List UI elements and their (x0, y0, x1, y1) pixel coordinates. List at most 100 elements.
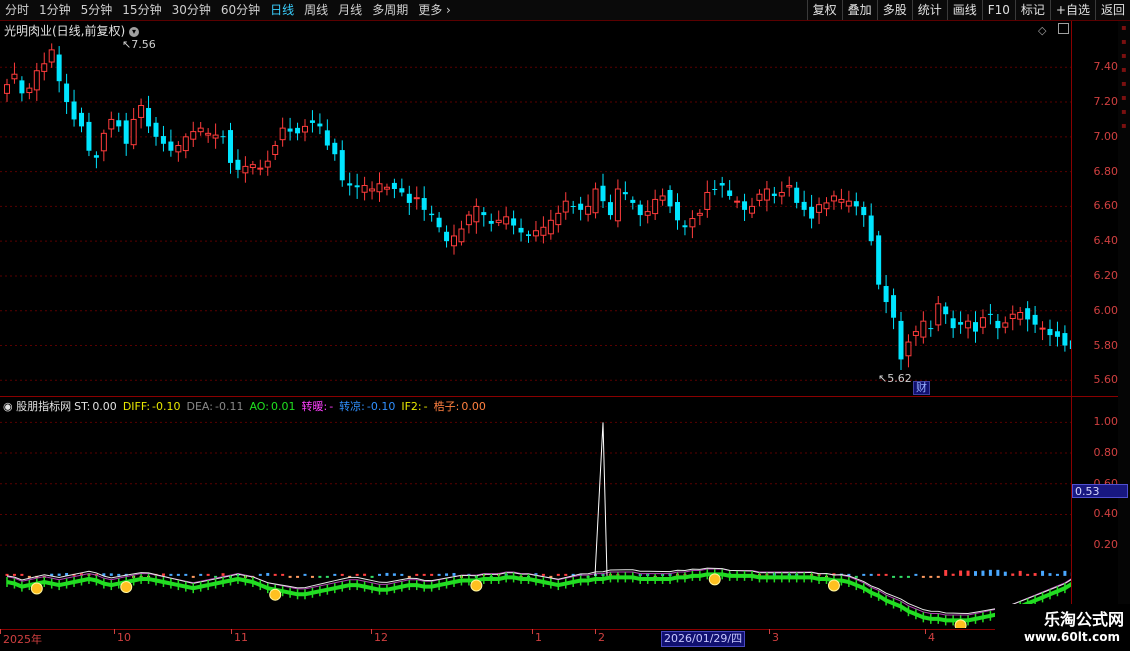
candle[interactable] (727, 180, 732, 200)
candle[interactable] (109, 112, 114, 138)
kline-chart[interactable] (0, 21, 1071, 396)
candle[interactable] (1055, 322, 1060, 347)
candle[interactable] (884, 275, 889, 313)
candle[interactable] (42, 53, 47, 81)
candle[interactable] (869, 203, 874, 245)
candle[interactable] (951, 310, 956, 337)
candle[interactable] (94, 151, 99, 168)
candle[interactable] (228, 123, 233, 174)
candle[interactable] (407, 186, 412, 215)
tool-button-5[interactable]: F10 (982, 0, 1015, 20)
candle[interactable] (824, 197, 829, 216)
candle[interactable] (392, 179, 397, 198)
tool-button-2[interactable]: 多股 (877, 0, 912, 20)
candle[interactable] (668, 185, 673, 213)
candle[interactable] (370, 181, 375, 199)
candle[interactable] (861, 202, 866, 227)
candle[interactable] (921, 311, 926, 343)
candle[interactable] (586, 194, 591, 221)
period-tab-0[interactable]: 分时 (0, 0, 34, 20)
candle[interactable] (928, 320, 933, 336)
candle[interactable] (154, 117, 159, 146)
candle[interactable] (176, 141, 181, 162)
candle[interactable] (541, 216, 546, 243)
candle[interactable] (57, 46, 62, 92)
candle[interactable] (34, 63, 39, 101)
period-tab-3[interactable]: 15分钟 (117, 0, 166, 20)
candle[interactable] (86, 113, 91, 156)
candle[interactable] (720, 177, 725, 198)
candle[interactable] (966, 314, 971, 338)
candle[interactable] (787, 176, 792, 196)
candle[interactable] (906, 334, 911, 367)
candle[interactable] (601, 174, 606, 208)
candle[interactable] (206, 128, 211, 143)
candle[interactable] (235, 149, 240, 178)
candle[interactable] (5, 79, 10, 102)
candle[interactable] (459, 221, 464, 246)
candle[interactable] (280, 118, 285, 147)
candle[interactable] (496, 211, 501, 227)
candle[interactable] (690, 210, 695, 238)
period-tab-2[interactable]: 5分钟 (76, 0, 118, 20)
candle[interactable] (221, 130, 226, 143)
candle[interactable] (809, 195, 814, 228)
period-tab-10[interactable]: 更多 › (413, 0, 456, 20)
candle[interactable] (191, 122, 196, 147)
indicator-panel[interactable]: ◉ 股朋指标网ST:0.00DIFF:-0.10DEA:-0.11AO:0.01… (0, 397, 1130, 628)
candle[interactable] (437, 212, 442, 232)
candle[interactable] (250, 161, 255, 174)
candle[interactable] (876, 231, 881, 289)
candle[interactable] (183, 133, 188, 158)
candle[interactable] (362, 177, 367, 201)
candle[interactable] (295, 123, 300, 141)
candle[interactable] (779, 181, 784, 204)
candle[interactable] (489, 214, 494, 232)
candle[interactable] (645, 200, 650, 223)
candle[interactable] (474, 198, 479, 233)
candle[interactable] (794, 182, 799, 208)
signal-dot[interactable] (471, 580, 482, 591)
candle[interactable] (1048, 320, 1053, 346)
candle[interactable] (831, 191, 836, 210)
candle[interactable] (1010, 305, 1015, 330)
candle[interactable] (623, 181, 628, 200)
candle[interactable] (511, 211, 516, 235)
candle[interactable] (705, 181, 710, 218)
candle[interactable] (258, 160, 263, 176)
candle[interactable] (936, 296, 941, 331)
candle[interactable] (384, 184, 389, 196)
period-tab-9[interactable]: 多周期 (367, 0, 413, 20)
candle[interactable] (846, 191, 851, 213)
candle[interactable] (1040, 321, 1045, 340)
candle[interactable] (27, 83, 32, 99)
candle[interactable] (988, 304, 993, 324)
candle[interactable] (899, 312, 904, 370)
period-tab-5[interactable]: 60分钟 (216, 0, 265, 20)
candle[interactable] (548, 210, 553, 240)
period-tab-1[interactable]: 1分钟 (34, 0, 76, 20)
indicator-chart[interactable] (0, 397, 1071, 628)
candle[interactable] (615, 179, 620, 227)
candle[interactable] (64, 74, 69, 114)
signal-dot[interactable] (955, 620, 966, 628)
tool-button-6[interactable]: 标记 (1015, 0, 1050, 20)
candle[interactable] (139, 99, 144, 129)
candle[interactable] (317, 113, 322, 134)
candle[interactable] (839, 189, 844, 210)
candle[interactable] (608, 195, 613, 220)
tool-button-0[interactable]: 复权 (807, 0, 842, 20)
candle[interactable] (131, 108, 136, 149)
candle[interactable] (653, 190, 658, 220)
candle[interactable] (124, 113, 129, 156)
candle[interactable] (79, 108, 84, 133)
candle[interactable] (697, 209, 702, 225)
candle[interactable] (995, 314, 1000, 339)
candle[interactable] (504, 207, 509, 230)
signal-dot[interactable] (709, 574, 720, 585)
candle[interactable] (750, 198, 755, 218)
finance-tag[interactable]: 财 (913, 381, 930, 395)
candle[interactable] (891, 289, 896, 330)
tool-button-8[interactable]: 返回 (1095, 0, 1130, 20)
kline-panel[interactable]: 光明肉业(日线,前复权) ▾ ◇ 7.407.207.006.806.606.4… (0, 21, 1130, 396)
